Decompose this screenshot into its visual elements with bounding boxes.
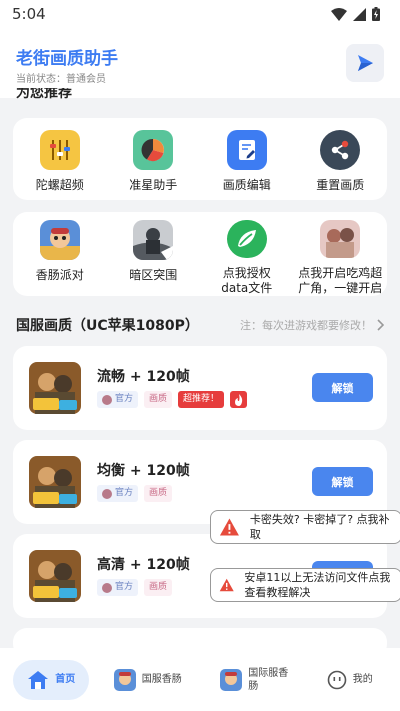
tool-reset-quality[interactable]: 重置画质 [294, 130, 388, 200]
official-tag-label: 官方 [115, 488, 134, 498]
system-icons [331, 7, 380, 21]
preset-tags: 官方 画质 [97, 485, 173, 502]
tool-label: 陀螺超频 [35, 178, 84, 192]
edit-document-icon [226, 130, 267, 170]
app-label: 香肠派对 [35, 268, 84, 282]
nav-label: 我的 [352, 674, 373, 685]
official-tag: 官方 [97, 391, 139, 408]
section-note[interactable]: 注：每次进游戏都要修改！ [240, 317, 384, 333]
preset-name: 均衡 + 120帧 [97, 463, 190, 479]
official-tag: 官方 [97, 579, 139, 596]
preset-card: 流畅 + 120帧 官方 画质 超推荐！ 解锁 [13, 346, 387, 430]
nav-label: 首页 [55, 674, 76, 685]
tool-label: 画质编辑 [222, 178, 271, 192]
membership-status: 当前状态：普通会员 [16, 74, 106, 85]
quality-tag: 画质 [144, 485, 173, 502]
section-note-text: 注：每次进游戏都要修改！ [240, 319, 372, 332]
chevron-right-icon [377, 319, 384, 331]
nav-label: 国服香肠 [141, 674, 182, 685]
app-label: 暗区突围 [129, 268, 178, 282]
preset-name: 流畅 + 120帧 [97, 369, 190, 385]
warning-icon [219, 578, 234, 592]
sausage-party-game-icon [220, 668, 243, 691]
app-label: 点我授权data文件 [221, 266, 273, 295]
hot-tag: 超推荐！ [178, 391, 225, 408]
signal-icon [353, 7, 366, 21]
wifi-icon [331, 7, 347, 21]
nav-intl-sausage[interactable]: 国际服香肠 [206, 660, 302, 700]
app-title: 老街画质助手 [16, 49, 118, 69]
quality-tag: 画质 [144, 391, 173, 408]
toast-text: 卡密失效? 卡密掉了? 点我补取 [249, 513, 390, 541]
smile-face-icon [327, 670, 347, 689]
sausage-party-game-icon [113, 668, 136, 691]
nav-label: 国际服香肠 [248, 667, 289, 692]
pubg-thumbnail-icon [29, 550, 81, 602]
toast-card-key[interactable]: 卡密失效? 卡密掉了? 点我补取 [210, 510, 400, 544]
official-tag-label: 官方 [115, 394, 134, 404]
unlock-button[interactable]: 解锁 [312, 467, 373, 496]
home-icon [28, 670, 49, 689]
play-icon [358, 55, 373, 71]
app-label: 点我开启吃鸡超广角，一键开启 [298, 266, 383, 295]
launch-button[interactable] [346, 44, 384, 82]
tool-label: 重置画质 [316, 178, 365, 192]
arena-breakout-game-icon [133, 220, 174, 260]
preset-name: 高清 + 120帧 [97, 557, 190, 573]
app-pubg-wide-angle[interactable]: 点我开启吃鸡超广角，一键开启 [294, 220, 388, 296]
nav-cn-sausage[interactable]: 国服香肠 [100, 660, 196, 700]
avatar-icon [102, 394, 112, 405]
battery-icon [372, 7, 380, 21]
tool-gyro-overclock[interactable]: 陀螺超频 [13, 130, 107, 200]
recommend-heading: 为您推荐 [16, 88, 72, 101]
pubg-thumbnail-icon [29, 362, 81, 414]
fire-icon [230, 391, 248, 408]
app-sausage-party[interactable]: 香肠派对 [13, 220, 107, 296]
nav-profile[interactable]: 我的 [313, 660, 387, 700]
section-title: 国服画质（UC苹果1080P） [16, 318, 199, 334]
pie-chart-icon [133, 130, 174, 170]
sliders-icon [39, 130, 80, 170]
bottom-navigation: 首页 国服香肠 国际服香肠 我的 [0, 648, 400, 711]
official-tag: 官方 [97, 485, 139, 502]
sausage-party-game-icon [39, 220, 80, 260]
tool-quality-edit[interactable]: 画质编辑 [200, 130, 294, 200]
toast-android-help[interactable]: 安卓11以上无法访问文件点我查看教程解决 [210, 568, 400, 602]
preset-tags: 官方 画质 超推荐！ [97, 391, 248, 408]
status-bar: 5:04 [0, 0, 400, 28]
official-tag-label: 官方 [115, 582, 134, 592]
leaf-logo-icon [226, 220, 267, 258]
pubg-thumbnail-icon [29, 456, 81, 508]
share-nodes-icon [320, 130, 361, 170]
avatar-icon [102, 582, 112, 593]
tool-crosshair-helper[interactable]: 准星助手 [107, 130, 201, 200]
warning-icon [219, 518, 239, 536]
app-authorize-data[interactable]: 点我授权data文件 [200, 220, 294, 296]
apps-card: 香肠派对 暗区突围 点我授权data文件 点我开启吃鸡超广角，一键开启 [13, 212, 387, 296]
quality-tag: 画质 [144, 579, 173, 596]
avatar-icon [102, 488, 112, 499]
section-header: 国服画质（UC苹果1080P） 注：每次进游戏都要修改！ [16, 316, 384, 334]
tool-label: 准星助手 [129, 178, 178, 192]
tools-card: 陀螺超频 准星助手 画质编辑 重置画质 [13, 118, 387, 200]
unlock-button[interactable]: 解锁 [312, 373, 373, 402]
nav-home[interactable]: 首页 [13, 659, 90, 700]
preset-tags: 官方 画质 [97, 579, 173, 596]
pubg-game-icon [320, 220, 361, 258]
status-time: 5:04 [12, 5, 46, 23]
toast-text: 安卓11以上无法访问文件点我查看教程解决 [244, 571, 391, 599]
app-arena-breakout[interactable]: 暗区突围 [107, 220, 201, 296]
